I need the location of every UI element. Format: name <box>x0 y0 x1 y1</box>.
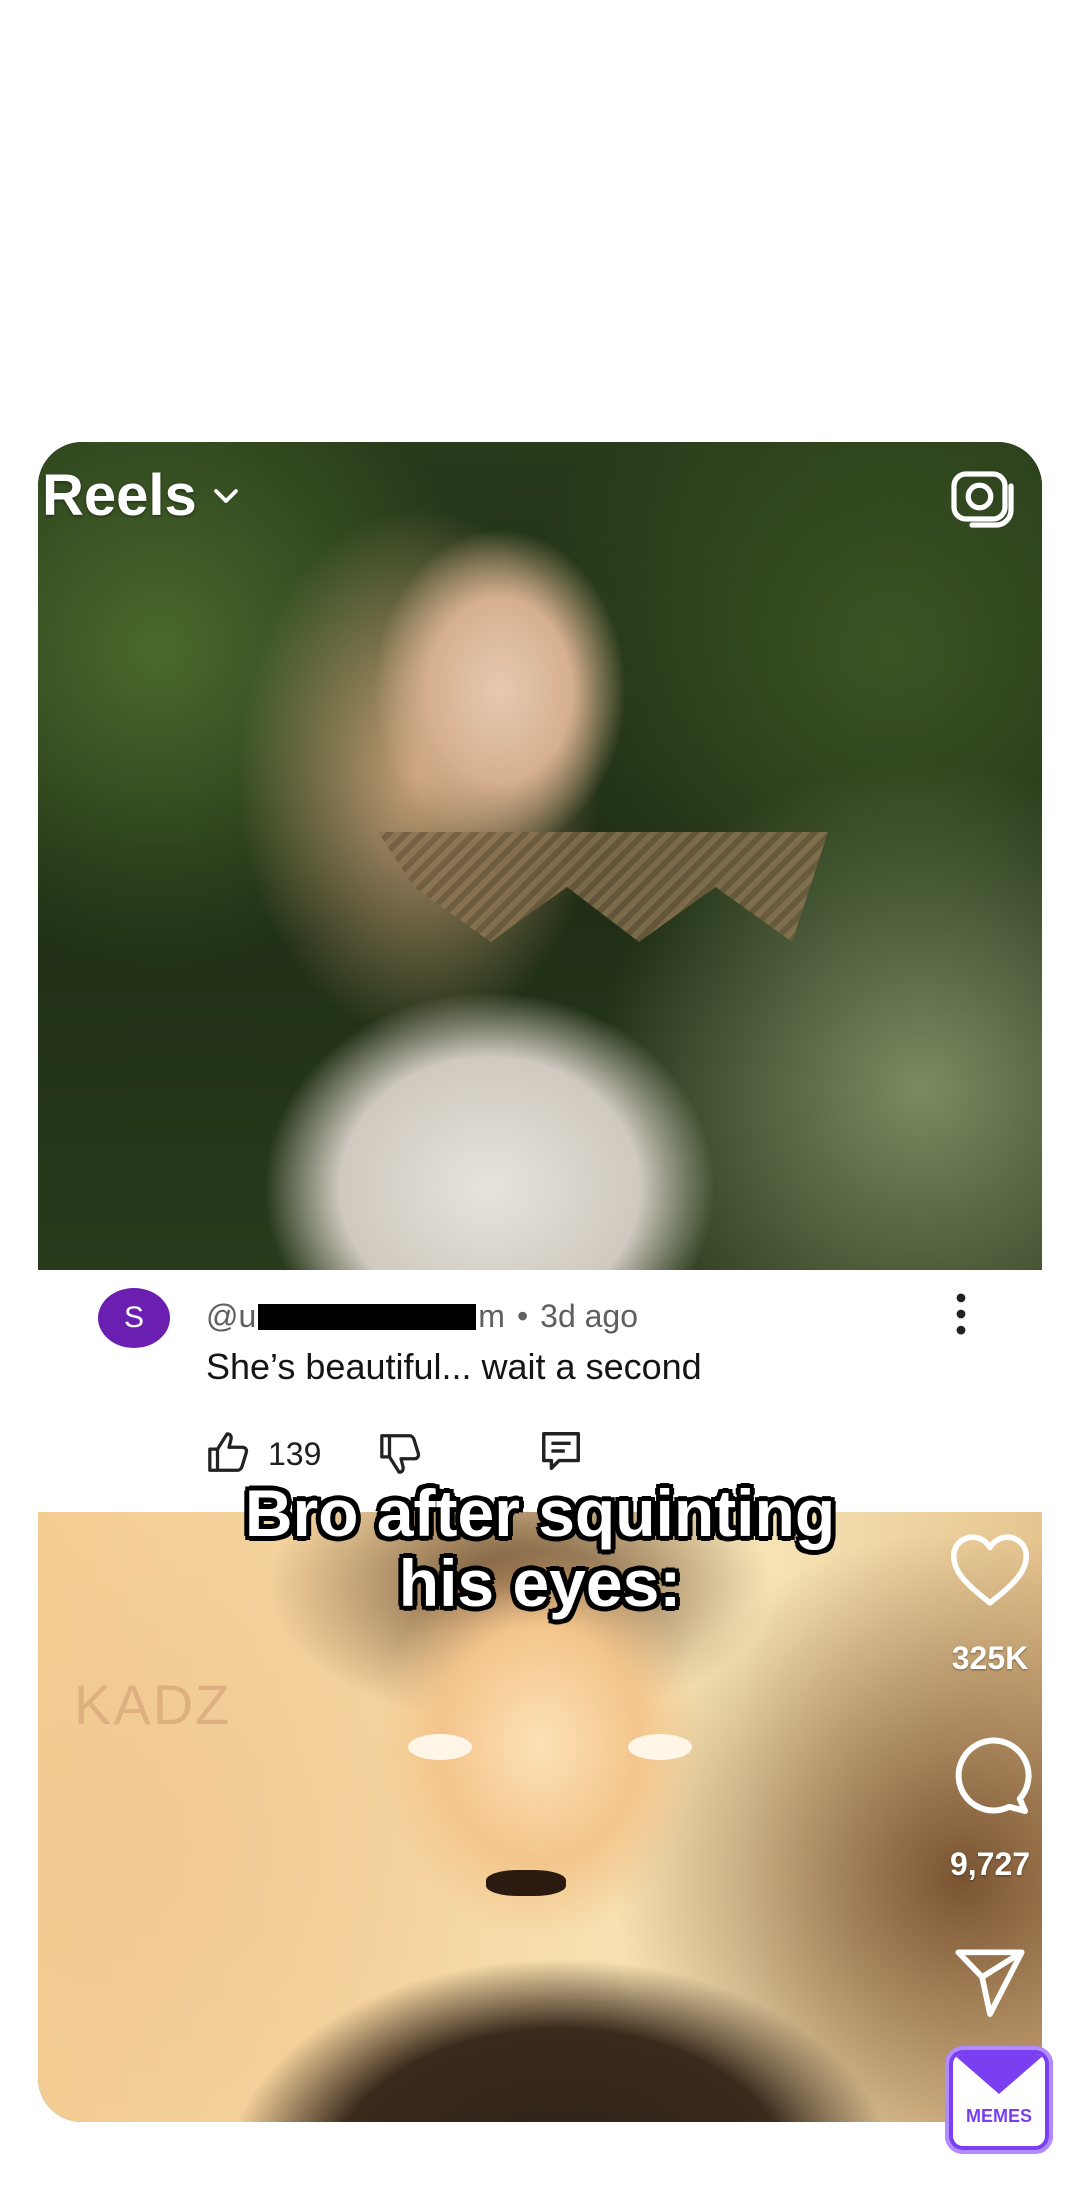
video-watermark: KADZ <box>74 1673 232 1736</box>
reel-photo <box>38 442 1042 1270</box>
heart-icon[interactable] <box>948 1532 1032 1608</box>
reel-card[interactable]: Reels S @u m • 3d ago She’s beautiful...… <box>38 442 1042 2122</box>
envelope-flap <box>953 2054 1045 2094</box>
eye-left <box>408 1734 472 1760</box>
camera-icon[interactable] <box>948 462 1020 534</box>
comment-handle-end: m <box>478 1298 505 1334</box>
like-count: 325K <box>951 1640 1029 1676</box>
eye-right <box>628 1734 692 1760</box>
share-button[interactable] <box>930 1946 1050 2022</box>
comment-handle-start: @u <box>206 1298 257 1334</box>
photo-lace-detail <box>378 832 828 942</box>
avatar: S <box>98 1288 170 1348</box>
comment-meta: @u m • 3d ago <box>206 1298 638 1335</box>
like-button[interactable] <box>930 1532 1050 1608</box>
more-vert-icon <box>956 1293 966 1335</box>
send-icon[interactable] <box>950 1946 1030 2022</box>
video-caption-line2: his eyes: <box>398 1546 682 1620</box>
memes-label: MEMES <box>965 2106 1032 2126</box>
video-caption-line1: Bro after squinting <box>244 1476 836 1550</box>
chevron-down-icon[interactable] <box>211 481 241 511</box>
mouth <box>486 1870 566 1896</box>
reels-header[interactable]: Reels <box>42 462 241 529</box>
comment-icon[interactable] <box>948 1734 1032 1818</box>
comment-time: 3d ago <box>540 1298 639 1334</box>
thumbs-up-icon <box>208 1432 249 1472</box>
comment-like-count: 139 <box>268 1436 322 1472</box>
comment-text: She’s beautiful... wait a second <box>206 1346 702 1387</box>
reply-icon <box>542 1432 580 1470</box>
meta-separator: • <box>516 1298 529 1334</box>
memes-logo-icon: MEMES <box>945 2046 1053 2154</box>
thumbs-down-icon <box>380 1434 421 1474</box>
reels-title[interactable]: Reels <box>42 462 197 529</box>
envelope-icon: MEMES <box>953 2054 1045 2146</box>
redaction-bar <box>258 1303 477 1330</box>
comment-count: 9,727 <box>949 1846 1031 1882</box>
comment-button[interactable] <box>930 1734 1050 1818</box>
